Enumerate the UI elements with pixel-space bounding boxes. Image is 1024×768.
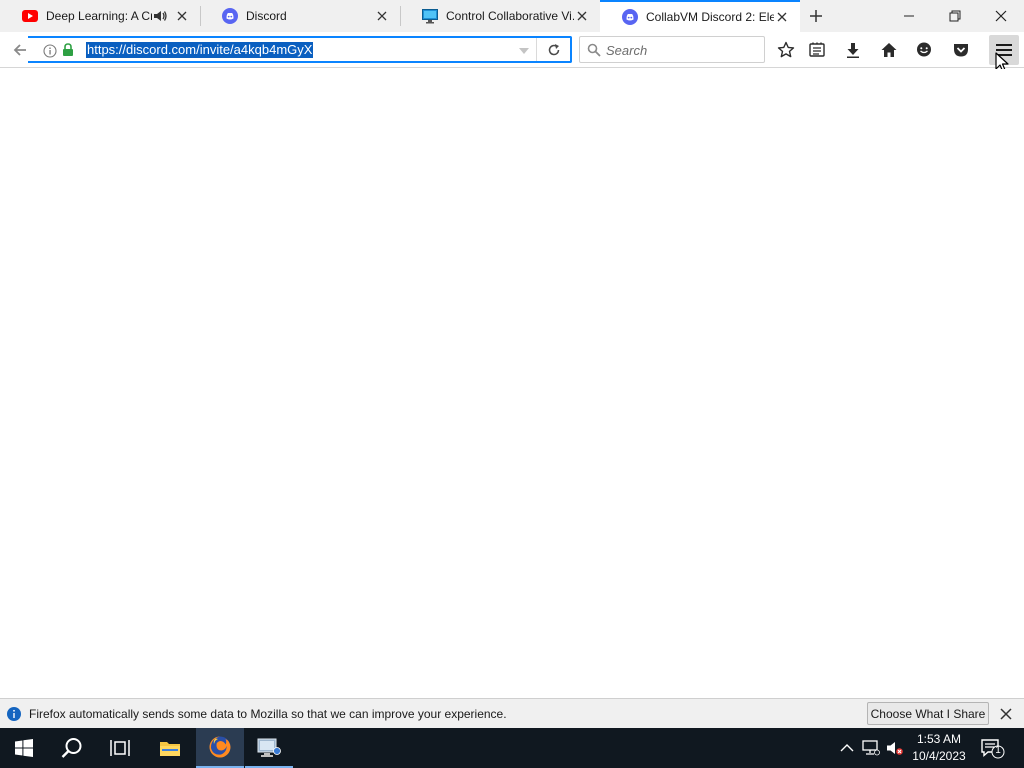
restore-icon	[949, 10, 961, 22]
pocket-icon	[954, 44, 968, 57]
close-window-button[interactable]	[978, 0, 1024, 32]
task-view-icon	[110, 740, 130, 756]
notification-count-badge: 1	[995, 745, 1001, 756]
tab-title: CollabVM Discord 2: Ele...	[646, 10, 774, 24]
clock-time: 1:53 AM	[916, 732, 962, 746]
youtube-icon	[22, 8, 38, 24]
close-tab-icon[interactable]	[774, 9, 790, 25]
network-icon[interactable]	[862, 740, 880, 756]
search-input[interactable]: Search	[606, 43, 647, 58]
discord-icon	[222, 8, 238, 24]
url-dropdown-icon[interactable]	[518, 45, 530, 55]
choose-what-i-share-button[interactable]: Choose What I Share	[867, 702, 989, 725]
chat-icon	[917, 42, 931, 57]
system-clock[interactable]: 1:53 AM 10/4/2023	[906, 731, 972, 765]
windows-taskbar: 1:53 AM 10/4/2023 1	[0, 728, 1024, 768]
window-controls	[886, 0, 1024, 32]
show-hidden-icons-chevron-icon[interactable]	[838, 740, 856, 756]
page-content	[0, 69, 1024, 698]
close-tab-icon[interactable]	[574, 8, 590, 24]
chat-button[interactable]	[911, 37, 937, 63]
data-collection-notification: Firefox automatically sends some data to…	[0, 698, 1024, 728]
close-icon	[995, 10, 1007, 22]
firefox-taskbar-button[interactable]	[196, 728, 244, 768]
plus-icon	[810, 10, 822, 22]
windows-logo-icon	[15, 739, 33, 757]
file-explorer-button[interactable]	[146, 728, 194, 768]
new-tab-button[interactable]	[800, 0, 832, 32]
action-center-button[interactable]: 1	[980, 738, 1006, 760]
close-tab-icon[interactable]	[174, 8, 190, 24]
minimize-icon	[904, 15, 914, 17]
bookmark-star-button[interactable]	[773, 37, 799, 63]
url-bar[interactable]: https://discord.com/invite/a4kqb4mGyX	[28, 36, 572, 63]
close-tab-icon[interactable]	[374, 8, 390, 24]
search-icon	[587, 43, 601, 57]
home-button[interactable]	[876, 37, 902, 63]
network-computer-icon	[257, 738, 281, 757]
tab-title: Deep Learning: A Cr...	[46, 9, 152, 23]
pocket-button[interactable]	[948, 37, 974, 63]
url-input[interactable]: https://discord.com/invite/a4kqb4mGyX	[86, 42, 314, 58]
folder-icon	[160, 742, 180, 756]
discord-icon	[622, 9, 638, 25]
home-icon	[881, 43, 897, 57]
volume-muted-icon[interactable]	[886, 740, 904, 756]
search-taskbar-button[interactable]	[48, 728, 96, 768]
tab-strip: Deep Learning: A Cr... Discord Control C…	[0, 0, 1024, 32]
monitor-icon	[422, 8, 438, 24]
reload-button[interactable]	[536, 38, 570, 61]
tab-collabvm[interactable]: Control Collaborative Vi...	[400, 0, 600, 32]
clock-date: 10/4/2023	[912, 749, 966, 763]
reading-list-icon	[809, 42, 825, 57]
firefox-icon	[209, 736, 231, 758]
tab-title: Discord	[246, 9, 287, 23]
close-notification-icon[interactable]	[998, 706, 1014, 722]
search-bar[interactable]: Search	[579, 36, 765, 63]
reload-icon	[548, 43, 559, 55]
notification-message: Firefox automatically sends some data to…	[29, 707, 507, 721]
tab-youtube[interactable]: Deep Learning: A Cr...	[0, 0, 200, 32]
star-icon	[777, 41, 795, 58]
back-arrow-icon	[13, 44, 26, 56]
tab-collabvm-discord[interactable]: CollabVM Discord 2: Ele...	[600, 0, 800, 32]
tab-title: Control Collaborative Vi...	[446, 9, 574, 23]
downloads-button[interactable]	[840, 37, 866, 63]
restore-button[interactable]	[932, 0, 978, 32]
reading-list-button[interactable]	[804, 37, 830, 63]
start-button[interactable]	[0, 728, 48, 768]
tab-discord[interactable]: Discord	[200, 0, 400, 32]
download-icon	[847, 43, 859, 58]
search-icon	[61, 738, 82, 758]
minimize-button[interactable]	[886, 0, 932, 32]
navigation-toolbar: https://discord.com/invite/a4kqb4mGyX Se…	[0, 32, 1024, 68]
lock-icon[interactable]	[62, 43, 74, 57]
site-info-icon[interactable]	[43, 44, 57, 58]
info-icon	[7, 707, 21, 721]
speaker-icon[interactable]	[152, 8, 168, 24]
vm-app-taskbar-button[interactable]	[245, 728, 293, 768]
task-view-button[interactable]	[96, 728, 144, 768]
